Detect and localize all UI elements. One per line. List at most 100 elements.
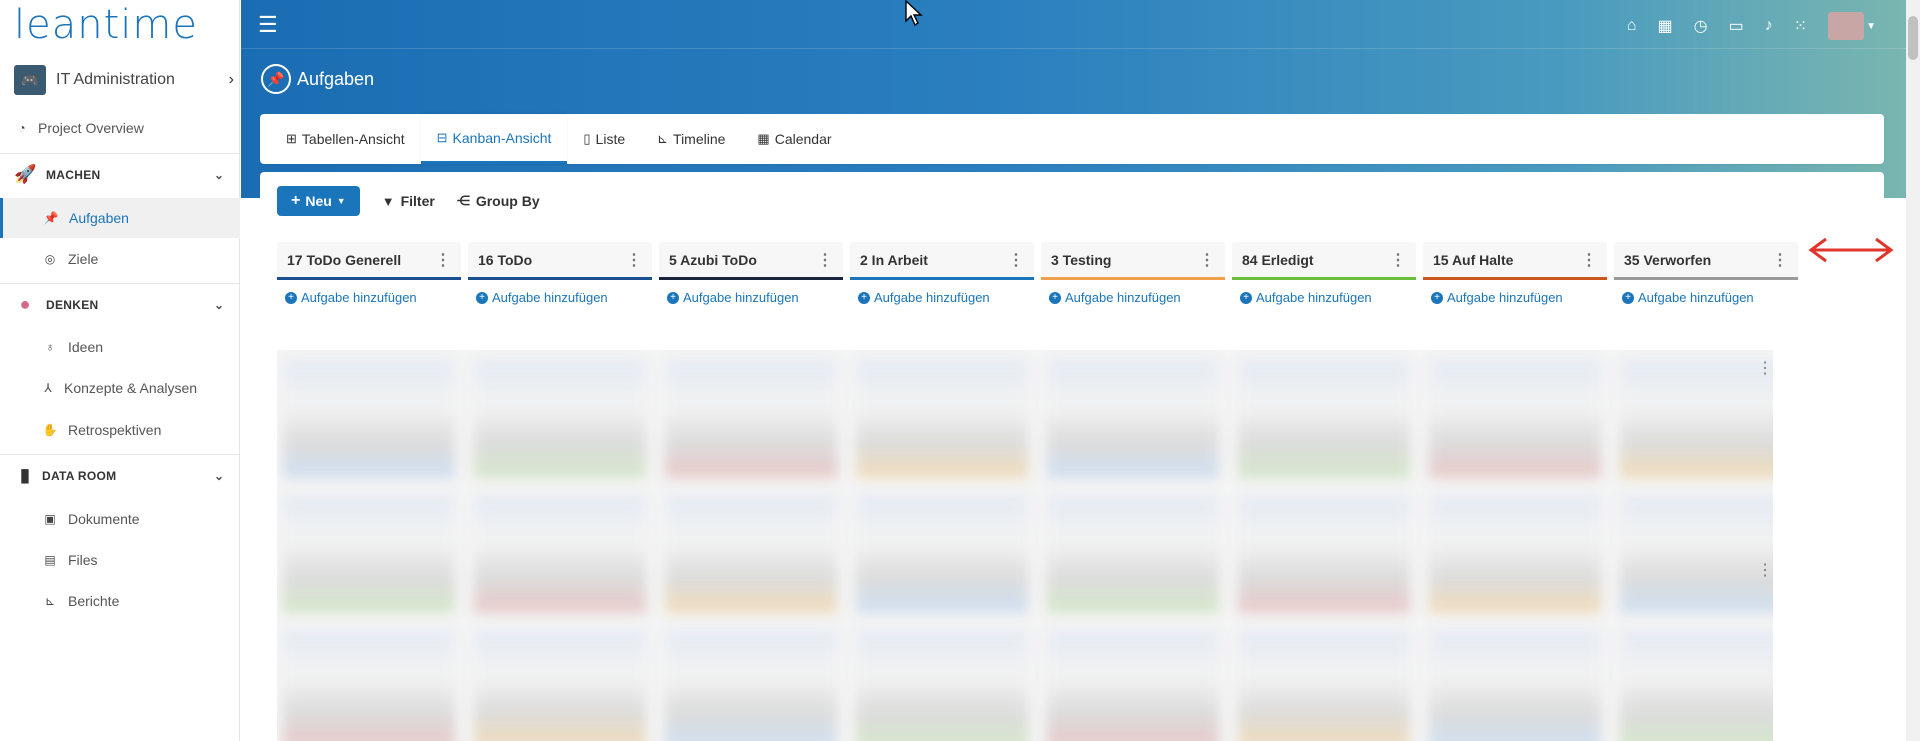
sidebar-item-files[interactable]: ▤ Files bbox=[0, 540, 240, 580]
sidebar-item-project-overview[interactable]: ◔ Project Overview bbox=[0, 108, 240, 148]
tab-liste[interactable]: ▯ Liste bbox=[567, 114, 641, 164]
tab-timeline[interactable]: ⊾ Timeline bbox=[641, 114, 741, 164]
scroll-thumb[interactable] bbox=[1908, 16, 1918, 60]
section-denken[interactable]: ● DENKEN ⌄ bbox=[0, 283, 240, 325]
add-task-link[interactable]: + Aufgabe hinzufügen bbox=[1041, 290, 1225, 305]
task-card[interactable] bbox=[856, 630, 1028, 741]
add-task-label: Aufgabe hinzufügen bbox=[1638, 290, 1754, 305]
scrollbar[interactable] bbox=[1906, 0, 1920, 741]
tab-label: Tabellen-Ansicht bbox=[301, 131, 405, 147]
column-header[interactable]: 16 ToDo ⋮ bbox=[468, 242, 652, 280]
task-card[interactable] bbox=[474, 360, 646, 478]
task-card[interactable] bbox=[1238, 495, 1410, 613]
column-header[interactable]: 17 ToDo Generell ⋮ bbox=[277, 242, 461, 280]
more-vertical-icon[interactable]: ⋮ bbox=[1390, 250, 1406, 270]
column-title: 84 Erledigt bbox=[1242, 251, 1314, 268]
chevron-down-icon: ⌄ bbox=[213, 468, 224, 483]
task-card[interactable] bbox=[1238, 360, 1410, 478]
add-task-label: Aufgabe hinzufügen bbox=[1065, 290, 1181, 305]
plus-circle-icon: + bbox=[1622, 291, 1634, 304]
more-vertical-icon[interactable]: ⋮ bbox=[1008, 250, 1024, 270]
task-card[interactable] bbox=[1047, 630, 1219, 741]
task-card[interactable] bbox=[665, 360, 837, 478]
add-task-link[interactable]: + Aufgabe hinzufügen bbox=[850, 290, 1034, 305]
table-icon: ⊞ bbox=[286, 131, 297, 146]
file-icon: ▤ bbox=[44, 553, 56, 567]
add-task-link[interactable]: + Aufgabe hinzufügen bbox=[1232, 290, 1416, 305]
task-card[interactable] bbox=[665, 495, 837, 613]
new-button[interactable]: + Neu ▼ bbox=[277, 186, 360, 216]
column-header[interactable]: 84 Erledigt ⋮ bbox=[1232, 242, 1416, 280]
tab-kanban-ansicht[interactable]: ⊟ Kanban-Ansicht bbox=[420, 114, 568, 164]
add-task-link[interactable]: + Aufgabe hinzufügen bbox=[659, 290, 843, 305]
column-header[interactable]: 5 Azubi ToDo ⋮ bbox=[659, 242, 843, 280]
home-icon[interactable]: ⌂ bbox=[1627, 17, 1637, 35]
menu-icon[interactable]: ☰ bbox=[258, 12, 278, 38]
column-title: 3 Testing bbox=[1051, 251, 1112, 268]
calendar-icon[interactable]: ▭ bbox=[1729, 16, 1744, 36]
apps-grid-icon[interactable]: ⁙ bbox=[1794, 16, 1807, 36]
task-card[interactable] bbox=[1620, 630, 1773, 741]
column-title: 16 ToDo bbox=[478, 251, 533, 268]
sidebar-item-dokumente[interactable]: ▣ Dokumente bbox=[0, 499, 240, 539]
avatar bbox=[1828, 12, 1865, 40]
task-card[interactable] bbox=[665, 630, 837, 741]
add-task-link[interactable]: + Aufgabe hinzufügen bbox=[468, 290, 652, 305]
column-header[interactable]: 35 Verworfen ⋮ bbox=[1614, 242, 1798, 280]
task-card[interactable] bbox=[856, 360, 1028, 478]
more-vertical-icon[interactable]: ⋮ bbox=[1581, 250, 1597, 270]
task-card[interactable] bbox=[283, 495, 455, 613]
task-card[interactable] bbox=[474, 495, 646, 613]
sidebar-item-berichte[interactable]: ⊾ Berichte bbox=[0, 581, 240, 621]
briefcase-icon[interactable]: ▦ bbox=[1657, 16, 1672, 36]
sidebar-item-ziele[interactable]: ◎ Ziele bbox=[0, 239, 240, 279]
column-header[interactable]: 15 Auf Halte ⋮ bbox=[1423, 242, 1607, 280]
task-card[interactable] bbox=[1047, 360, 1219, 478]
task-card[interactable] bbox=[856, 495, 1028, 613]
sidebar-item-ideen[interactable]: ♁ Ideen bbox=[0, 327, 240, 367]
more-vertical-icon[interactable]: ⋮ bbox=[1199, 250, 1215, 270]
section-machen[interactable]: 🚀 MACHEN ⌄ bbox=[0, 153, 240, 195]
task-card[interactable] bbox=[1620, 495, 1773, 613]
task-card[interactable] bbox=[1429, 630, 1601, 741]
tab-label: Liste bbox=[595, 131, 626, 147]
tab-tabellen-ansicht[interactable]: ⊞ Tabellen-Ansicht bbox=[270, 114, 421, 164]
filter-label: Filter bbox=[400, 193, 435, 209]
task-card[interactable] bbox=[1429, 360, 1601, 478]
more-vertical-icon[interactable]: ⋮ bbox=[1757, 560, 1773, 580]
task-card[interactable] bbox=[1620, 360, 1773, 478]
task-card[interactable] bbox=[1238, 630, 1410, 741]
add-task-link[interactable]: + Aufgabe hinzufügen bbox=[1614, 290, 1798, 305]
sidebar-item-label: Retrospektiven bbox=[68, 422, 162, 438]
project-selector[interactable]: 🎮 IT Administration › bbox=[14, 64, 234, 96]
column-header[interactable]: 3 Testing ⋮ bbox=[1041, 242, 1225, 280]
more-vertical-icon[interactable]: ⋮ bbox=[435, 250, 451, 270]
sidebar-item-konzepte[interactable]: ⅄ Konzepte & Analysen bbox=[0, 368, 240, 408]
more-vertical-icon[interactable]: ⋮ bbox=[626, 250, 642, 270]
calendar-icon: ▦ bbox=[757, 131, 770, 146]
sidebar-item-label: Konzepte & Analysen bbox=[64, 380, 198, 396]
tab-calendar[interactable]: ▦ Calendar bbox=[741, 114, 847, 164]
task-card[interactable] bbox=[1429, 495, 1601, 613]
user-menu[interactable]: ▼ bbox=[1828, 12, 1876, 40]
task-card[interactable] bbox=[283, 630, 455, 741]
task-card[interactable] bbox=[1047, 495, 1219, 613]
app-logo[interactable]: leantime bbox=[14, 2, 198, 48]
column-header[interactable]: 2 In Arbeit ⋮ bbox=[850, 242, 1034, 280]
task-card[interactable] bbox=[474, 630, 646, 741]
group-by-button[interactable]: ⋲ Group By bbox=[457, 193, 540, 209]
sidebar-item-retrospektiven[interactable]: ✋ Retrospektiven bbox=[0, 410, 240, 450]
filter-button[interactable]: ▼ Filter bbox=[382, 193, 435, 209]
more-vertical-icon[interactable]: ⋮ bbox=[1757, 358, 1773, 378]
section-data-room[interactable]: ▮ DATA ROOM ⌄ bbox=[0, 454, 240, 496]
more-vertical-icon[interactable]: ⋮ bbox=[817, 250, 833, 270]
task-card[interactable] bbox=[283, 360, 455, 478]
sidebar-item-aufgaben[interactable]: 📌 Aufgaben bbox=[0, 198, 240, 238]
kanban-column: 84 Erledigt ⋮ + Aufgabe hinzufügen bbox=[1232, 242, 1416, 305]
more-vertical-icon[interactable]: ⋮ bbox=[1772, 250, 1788, 270]
clock-icon[interactable]: ◷ bbox=[1694, 16, 1708, 36]
bell-icon[interactable]: ♪ bbox=[1765, 17, 1773, 35]
sidebar: leantime 🎮 IT Administration › ◔ Project… bbox=[0, 0, 240, 741]
add-task-link[interactable]: + Aufgabe hinzufügen bbox=[277, 290, 461, 305]
add-task-link[interactable]: + Aufgabe hinzufügen bbox=[1423, 290, 1607, 305]
